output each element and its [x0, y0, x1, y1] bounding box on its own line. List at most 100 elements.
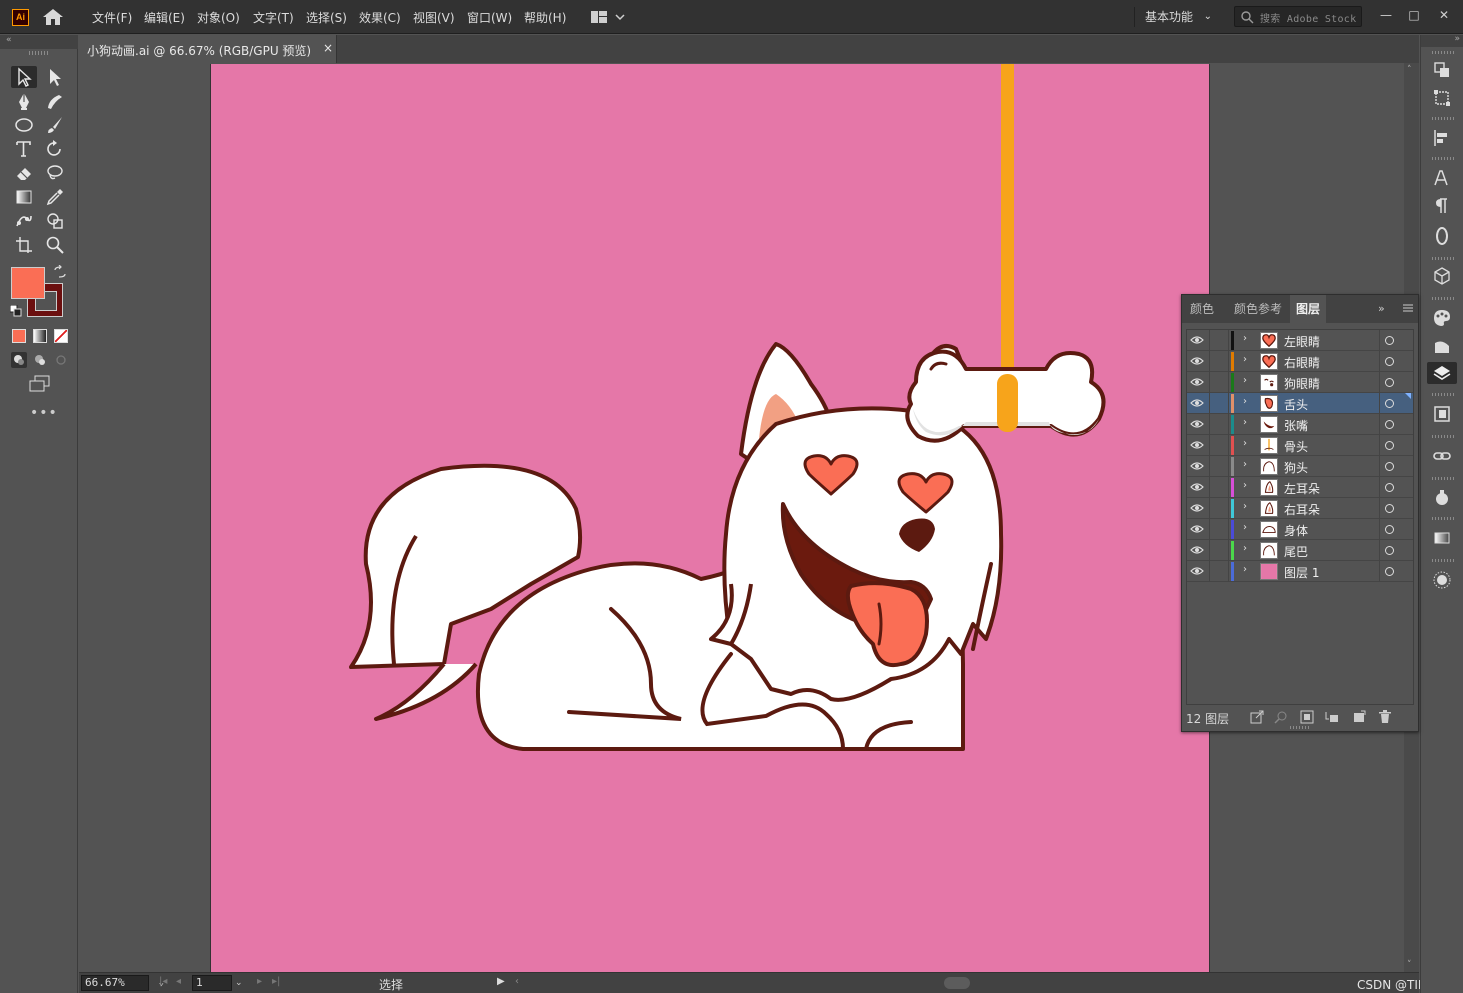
eye-icon[interactable]	[1190, 544, 1204, 556]
lock-toggle[interactable]	[1209, 477, 1229, 498]
layer-name[interactable]: 骨头	[1284, 438, 1308, 455]
eye-icon[interactable]	[1190, 481, 1204, 493]
draw-normal-icon[interactable]	[11, 352, 27, 368]
minimize-button[interactable]: —	[1373, 4, 1399, 26]
menu-view[interactable]: 视图(V)	[413, 9, 455, 26]
eye-icon[interactable]	[1190, 523, 1204, 535]
dock-grip[interactable]	[1432, 435, 1454, 438]
layer-name[interactable]: 狗眼睛	[1284, 375, 1320, 392]
horizontal-scroll-thumb[interactable]	[944, 977, 970, 989]
lock-toggle[interactable]	[1209, 540, 1229, 561]
puppet-warp-tool[interactable]	[11, 210, 37, 232]
home-icon[interactable]	[42, 8, 64, 26]
character-panel-button[interactable]	[1431, 167, 1453, 189]
toolbar-grip[interactable]	[29, 51, 49, 55]
3d-panel-button[interactable]	[1431, 265, 1453, 287]
selection-indicator[interactable]	[1405, 393, 1411, 399]
status-menu-icon[interactable]: ▶	[497, 976, 505, 987]
chevron-down-icon[interactable]: ⌄	[235, 976, 243, 990]
selection-tool[interactable]	[11, 66, 37, 88]
menu-select[interactable]: 选择(S)	[306, 9, 347, 26]
default-colors-icon[interactable]	[10, 305, 22, 317]
lock-toggle[interactable]	[1209, 372, 1229, 393]
align-panel-button[interactable]	[1431, 87, 1453, 109]
dock-grip[interactable]	[1432, 257, 1454, 260]
ellipse-tool[interactable]	[11, 114, 37, 136]
dock-grip[interactable]	[1432, 157, 1454, 160]
draw-behind-icon[interactable]	[32, 352, 48, 368]
layer-row[interactable]: › 狗头	[1187, 456, 1413, 477]
dock-grip[interactable]	[1432, 559, 1454, 562]
layer-name[interactable]: 尾巴	[1284, 543, 1308, 560]
direct-selection-tool[interactable]	[42, 66, 68, 88]
pen-tool[interactable]	[11, 90, 37, 112]
appearance-panel-button[interactable]	[1431, 487, 1453, 509]
type-tool[interactable]	[11, 138, 37, 160]
none-mode-button[interactable]	[54, 329, 68, 343]
layer-row[interactable]: › 身体	[1187, 519, 1413, 540]
paragraph-panel-button[interactable]	[1431, 195, 1453, 217]
eye-icon[interactable]	[1190, 376, 1204, 388]
curvature-tool[interactable]	[42, 90, 68, 112]
menu-file[interactable]: 文件(F)	[92, 9, 132, 26]
screen-mode-icon[interactable]	[28, 375, 52, 393]
document-tab[interactable]: 小狗动画.ai @ 66.67% (RGB/GPU 预览) ×	[79, 35, 337, 63]
panel-menu-icon[interactable]	[1402, 302, 1414, 314]
layer-row[interactable]: › 右耳朵	[1187, 498, 1413, 519]
symbols-panel-button[interactable]	[1431, 569, 1453, 591]
make-clipping-mask-icon[interactable]	[1300, 710, 1314, 724]
eye-icon[interactable]	[1190, 355, 1204, 367]
edit-toolbar-button[interactable]: •••	[30, 405, 58, 421]
tab-layers[interactable]: 图层	[1290, 295, 1327, 323]
tab-color-guide[interactable]: 颜色参考	[1228, 295, 1288, 323]
target-circle-icon[interactable]	[1385, 378, 1394, 387]
artboard-number-field[interactable]: 1 ⌄	[192, 975, 243, 991]
zoom-level-field[interactable]: 66.67% ⌄	[81, 975, 164, 991]
panel-resize-grip[interactable]	[1290, 726, 1310, 729]
status-tool-label[interactable]: 选择	[379, 976, 403, 993]
maximize-button[interactable]: □	[1401, 4, 1427, 26]
color-guide-button[interactable]	[1431, 335, 1453, 357]
collapse-icon[interactable]: «	[6, 35, 12, 45]
eyedropper-tool[interactable]	[42, 186, 68, 208]
layer-row[interactable]: › 尾巴	[1187, 540, 1413, 561]
layer-row[interactable]: › 左耳朵	[1187, 477, 1413, 498]
rotate-tool[interactable]	[42, 138, 68, 160]
menu-window[interactable]: 窗口(W)	[467, 9, 512, 26]
expand-arrow-icon[interactable]: ›	[1243, 564, 1247, 575]
dock-grip[interactable]	[1432, 51, 1454, 54]
eye-icon[interactable]	[1190, 502, 1204, 514]
expand-arrow-icon[interactable]: ›	[1243, 396, 1247, 407]
scroll-left-icon[interactable]: ‹	[515, 976, 519, 987]
links-panel-button[interactable]	[1431, 445, 1453, 467]
opentype-panel-button[interactable]	[1431, 225, 1453, 247]
dog-illustration[interactable]	[211, 64, 1211, 972]
target-circle-icon[interactable]	[1385, 420, 1394, 429]
workspace-switcher[interactable]: 基本功能 ⌄	[1134, 7, 1218, 27]
target-circle-icon[interactable]	[1385, 462, 1394, 471]
paintbrush-tool[interactable]	[42, 114, 68, 136]
arrange-documents-icon[interactable]	[590, 9, 626, 25]
zoom-tool[interactable]	[42, 234, 68, 256]
lock-toggle[interactable]	[1209, 330, 1229, 351]
expand-arrow-icon[interactable]: ›	[1243, 480, 1247, 491]
expand-arrow-icon[interactable]: ›	[1243, 522, 1247, 533]
menu-type[interactable]: 文字(T)	[253, 9, 294, 26]
target-circle-icon[interactable]	[1385, 567, 1394, 576]
lock-toggle[interactable]	[1209, 414, 1229, 435]
collapse-panel-icon[interactable]: »	[1378, 302, 1385, 315]
layer-name[interactable]: 左耳朵	[1284, 480, 1320, 497]
close-window-button[interactable]: ✕	[1431, 4, 1457, 26]
new-sublayer-icon[interactable]	[1325, 710, 1339, 724]
artboard[interactable]	[210, 64, 1210, 972]
stock-search-input[interactable]: 搜索 Adobe Stock	[1234, 6, 1362, 27]
layer-row[interactable]: › 张嘴	[1187, 414, 1413, 435]
fill-color-swatch[interactable]	[11, 267, 45, 299]
target-circle-icon[interactable]	[1385, 399, 1394, 408]
eye-icon[interactable]	[1190, 460, 1204, 472]
dock-grip[interactable]	[1432, 117, 1454, 120]
artboard-tool[interactable]	[11, 234, 37, 256]
eye-icon[interactable]	[1190, 439, 1204, 451]
layer-row[interactable]: › 图层 1	[1187, 561, 1413, 582]
layers-panel-button[interactable]	[1427, 362, 1457, 384]
